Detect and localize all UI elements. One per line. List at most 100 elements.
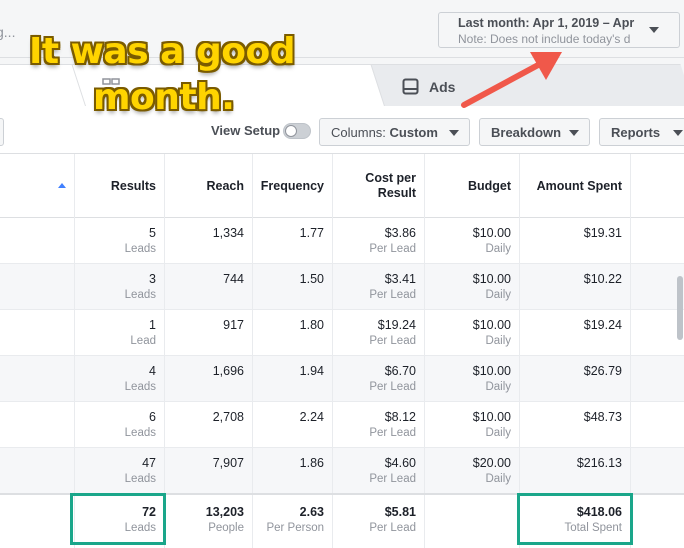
cell-frequency: 1.77	[253, 218, 333, 264]
search-remnant-text: g...	[0, 24, 16, 40]
reach-value: 1,696	[212, 364, 244, 378]
highlight-box-results	[70, 493, 166, 545]
cell-budget: $10.00 Daily	[425, 264, 520, 310]
vertical-scrollbar[interactable]	[677, 276, 683, 340]
cell-reach: 7,907	[165, 448, 253, 494]
totals-cpr-unit: Per Lead	[369, 522, 416, 534]
results-value: 6	[149, 410, 156, 424]
cell-cpr: $4.60 Per Lead	[333, 448, 425, 494]
results-value: 3	[149, 272, 156, 286]
results-unit: Leads	[124, 427, 156, 439]
cell-frequency: 1.50	[253, 264, 333, 310]
view-setup-label: View Setup	[211, 123, 281, 138]
chevron-down-icon	[649, 27, 659, 33]
cell-reach: 917	[165, 310, 253, 356]
cell-results: 3 Leads	[75, 264, 165, 310]
frequency-value: 2.24	[299, 410, 324, 424]
totals-cpr-value: $5.81	[384, 505, 416, 519]
cell-results: 47 Leads	[75, 448, 165, 494]
cell-reach: 1,334	[165, 218, 253, 264]
results-value: 1	[149, 318, 156, 332]
cell-reach: 2,708	[165, 402, 253, 448]
view-setup-toggle[interactable]	[283, 123, 311, 139]
cpr-value: $8.12	[384, 410, 416, 424]
cell-cpr: $19.24 Per Lead	[333, 310, 425, 356]
columns-prefix: Columns:	[331, 125, 386, 140]
cpr-unit: Per Lead	[369, 427, 416, 439]
table-row[interactable]: 4 Leads 1,696 1.94 $6.70 Per Lead $10.00 Daily $…	[0, 356, 684, 402]
cell-frequency: 1.80	[253, 310, 333, 356]
cell-cpr: $3.41 Per Lead	[333, 264, 425, 310]
spent-value: $19.24	[583, 318, 622, 332]
columns-button[interactable]: Columns: Custom	[319, 118, 470, 146]
cpr-value: $3.41	[384, 272, 416, 286]
chevron-down-icon	[673, 130, 683, 136]
reach-value: 744	[223, 272, 244, 286]
totals-reach-value: 13,203	[205, 505, 244, 519]
highlight-box-amount-spent	[517, 493, 633, 545]
column-header-amount-spent[interactable]: Amount Spent	[520, 154, 631, 218]
cell-spent: $26.79	[520, 356, 631, 402]
breakdown-label: Breakdown	[491, 125, 562, 140]
spent-value: $48.73	[583, 410, 622, 424]
totals-frequency-unit: Per Person	[266, 522, 324, 534]
column-header-results[interactable]: Results	[75, 154, 165, 218]
column-header-reach[interactable]: Reach	[165, 154, 253, 218]
budget-value: $10.00	[472, 410, 511, 424]
cell-cpr: $3.86 Per Lead	[333, 218, 425, 264]
frequency-value: 1.77	[299, 226, 324, 240]
results-value: 47	[142, 456, 156, 470]
cpr-unit: Per Lead	[369, 473, 416, 485]
chevron-down-icon	[449, 130, 459, 136]
column-header-budget[interactable]: Budget	[425, 154, 520, 218]
cell-frequency: 2.24	[253, 402, 333, 448]
totals-frequency-value: 2.63	[299, 505, 324, 519]
table-row[interactable]: 47 Leads 7,907 1.86 $4.60 Per Lead $20.00 Daily…	[0, 448, 684, 494]
cpr-value: $3.86	[384, 226, 416, 240]
results-unit: Leads	[124, 473, 156, 485]
totals-cell-frequency: 2.63 Per Person	[253, 495, 333, 548]
table-row[interactable]: 6 Leads 2,708 2.24 $8.12 Per Lead $10.00 Daily $…	[0, 402, 684, 448]
table-row[interactable]: 1 Lead 917 1.80 $19.24 Per Lead $10.00 Daily $19…	[0, 310, 684, 356]
cpr-value: $4.60	[384, 456, 416, 470]
cell-name	[0, 218, 75, 264]
reports-button[interactable]: Reports	[599, 118, 684, 146]
results-unit: Leads	[124, 243, 156, 255]
column-header-frequency[interactable]: Frequency	[253, 154, 333, 218]
cell-budget: $10.00 Daily	[425, 310, 520, 356]
columns-value: Custom	[389, 125, 438, 140]
results-unit: Lead	[130, 335, 156, 347]
breakdown-button[interactable]: Breakdown	[479, 118, 590, 146]
results-unit: Leads	[124, 289, 156, 301]
cpr-unit: Per Lead	[369, 289, 416, 301]
date-range-note: Note: Does not include today's d	[458, 32, 631, 46]
column-header-name[interactable]	[0, 154, 75, 218]
cell-frequency: 1.94	[253, 356, 333, 402]
table-header: Results Reach Frequency Cost per Result …	[0, 154, 684, 218]
cell-budget: $10.00 Daily	[425, 356, 520, 402]
tab-ads-label: Ads	[429, 79, 456, 95]
cell-name	[0, 264, 75, 310]
table-row[interactable]: 5 Leads 1,334 1.77 $3.86 Per Lead $10.00 Daily $…	[0, 218, 684, 264]
spent-value: $19.31	[583, 226, 622, 240]
budget-unit: Daily	[485, 473, 511, 485]
cell-frequency: 1.86	[253, 448, 333, 494]
reach-value: 7,907	[212, 456, 244, 470]
results-value: 5	[149, 226, 156, 240]
cpr-unit: Per Lead	[369, 243, 416, 255]
toolbar-left-button[interactable]	[0, 118, 4, 146]
reach-value: 1,334	[212, 226, 244, 240]
frequency-value: 1.86	[299, 456, 324, 470]
date-range-picker[interactable]: Last month: Apr 1, 2019 – Apr Note: Does…	[438, 12, 680, 48]
annotation-line-2: month.	[93, 77, 235, 118]
budget-value: $20.00	[472, 456, 511, 470]
budget-value: $10.00	[472, 364, 511, 378]
table-row[interactable]: 3 Leads 744 1.50 $3.41 Per Lead $10.00 Daily $10…	[0, 264, 684, 310]
cell-results: 6 Leads	[75, 402, 165, 448]
spent-value: $26.79	[583, 364, 622, 378]
totals-cell-cost-per-result: $5.81 Per Lead	[333, 495, 425, 548]
column-header-cost-per-result[interactable]: Cost per Result	[333, 154, 425, 218]
budget-unit: Daily	[485, 427, 511, 439]
cell-spent: $19.24	[520, 310, 631, 356]
cpr-value: $19.24	[377, 318, 416, 332]
